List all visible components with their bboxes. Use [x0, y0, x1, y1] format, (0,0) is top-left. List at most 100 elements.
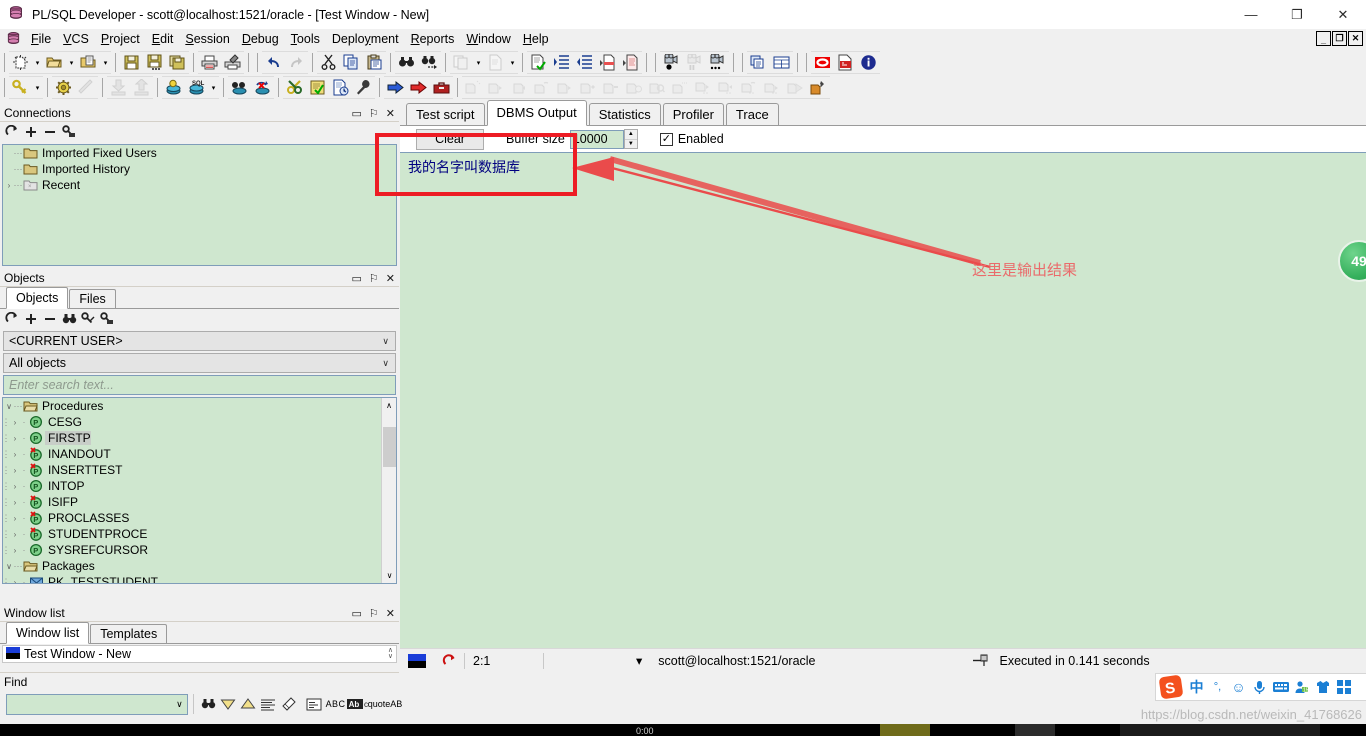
uncomment-icon[interactable]: [619, 52, 642, 74]
mdi-restore-button[interactable]: ❐: [1332, 31, 1347, 46]
find-icon[interactable]: [199, 693, 219, 715]
toolbox-grid-icon[interactable]: [1333, 673, 1354, 701]
tab-templates[interactable]: Templates: [90, 624, 167, 643]
scroll-down-arrow[interactable]: ∨: [382, 568, 397, 583]
tree-expander[interactable]: ›: [9, 450, 21, 459]
tree-row[interactable]: ⋯ Imported History: [3, 161, 396, 177]
voice-input-icon[interactable]: [1249, 673, 1270, 701]
user-center-icon[interactable]: 15: [1291, 673, 1312, 701]
match-case-icon[interactable]: ABC: [324, 693, 347, 715]
connections-pin-icon[interactable]: ⚐: [369, 107, 379, 120]
print-icon[interactable]: [198, 52, 221, 74]
menu-reports[interactable]: Reports: [405, 30, 461, 49]
tab-trace[interactable]: Trace: [726, 103, 779, 125]
buffer-size-stepper[interactable]: ▲ ▼: [624, 129, 638, 149]
play-macro-icon[interactable]: [706, 52, 729, 74]
find-object-icon[interactable]: [60, 310, 78, 328]
windowlist-pin-icon[interactable]: ⚐: [369, 607, 379, 620]
soft-keyboard-icon[interactable]: [1270, 673, 1291, 701]
chevron-down-icon[interactable]: ∨: [176, 699, 183, 710]
tree-row[interactable]: ⋮›·PCESG: [3, 414, 380, 430]
object-type-select[interactable]: All objects ∨: [3, 353, 396, 373]
copy-icon[interactable]: [340, 52, 363, 74]
tree-expander[interactable]: ›: [9, 498, 21, 507]
enabled-checkbox-wrapper[interactable]: ✓ Enabled: [660, 132, 724, 146]
debug-settings-icon[interactable]: [807, 77, 830, 99]
collapse-icon[interactable]: [41, 310, 59, 328]
reconnect-icon[interactable]: [434, 649, 464, 673]
save-all-icon[interactable]: [166, 52, 189, 74]
remove-connection-icon[interactable]: [41, 123, 59, 141]
tree-row[interactable]: ⋮›·PPROCLASSES: [3, 510, 380, 526]
buffer-size-input[interactable]: 10000: [570, 130, 624, 149]
tree-row[interactable]: ⋮›·PINTOP: [3, 478, 380, 494]
dbms-output-pane[interactable]: 我的名字叫数据库: [400, 152, 1366, 648]
save-icon[interactable]: [120, 52, 143, 74]
add-connection-icon[interactable]: [22, 123, 40, 141]
recall-icon[interactable]: [77, 52, 100, 74]
oracle-icon[interactable]: [811, 52, 834, 74]
about-info-icon[interactable]: [857, 52, 880, 74]
find-input[interactable]: ∨: [6, 694, 188, 715]
windowlist-close-icon[interactable]: ✕: [386, 607, 395, 620]
logon-dropdown-arrow[interactable]: ▾: [32, 77, 43, 99]
connections-tree[interactable]: ⋯ Imported Fixed Users ⋯ Imported Histor…: [2, 144, 397, 266]
connections-maximize-icon[interactable]: ▭: [352, 107, 362, 120]
save-as-icon[interactable]: [143, 52, 166, 74]
menu-deployment[interactable]: Deployment: [326, 30, 405, 49]
outdent-icon[interactable]: [573, 52, 596, 74]
tab-test-script[interactable]: Test script: [406, 103, 485, 125]
execute-icon[interactable]: [162, 77, 185, 99]
open-folder-icon[interactable]: [43, 52, 66, 74]
tab-files[interactable]: Files: [69, 289, 115, 308]
mdi-minimize-button[interactable]: _: [1316, 31, 1331, 46]
tree-row[interactable]: ⋮›·PFIRSTP: [3, 430, 380, 446]
cut-icon[interactable]: [317, 52, 340, 74]
session-indicator[interactable]: scott@localhost:1521/oracle: [650, 649, 823, 673]
find-prev-up-icon[interactable]: [238, 693, 258, 715]
tree-expander[interactable]: ›: [9, 578, 21, 585]
enabled-checkbox[interactable]: ✓: [660, 133, 673, 146]
compile-keys-icon[interactable]: [283, 77, 306, 99]
tree-expander[interactable]: ›: [9, 466, 21, 475]
verify-icon[interactable]: [527, 52, 550, 74]
comment-icon[interactable]: [596, 52, 619, 74]
scroll-up-arrow[interactable]: ∧: [382, 398, 396, 413]
tree-expander[interactable]: ›: [9, 546, 21, 555]
filter-icon[interactable]: [79, 310, 97, 328]
record-macro-icon[interactable]: [660, 52, 683, 74]
indent-icon[interactable]: [550, 52, 573, 74]
recall-dropdown-arrow[interactable]: ▾: [100, 52, 111, 74]
refresh-icon[interactable]: [3, 123, 21, 141]
window-list-spinner[interactable]: ∧∨: [388, 648, 393, 660]
stepper-up-arrow[interactable]: ▲: [625, 130, 637, 140]
tree-expander[interactable]: ›: [9, 482, 21, 491]
tree-expander[interactable]: ›: [9, 530, 21, 539]
whole-words-icon[interactable]: quoteAB: [371, 693, 399, 715]
tree-row[interactable]: › ⋯ × Recent: [3, 177, 396, 193]
menu-session[interactable]: Session: [179, 30, 235, 49]
tab-dbms-output[interactable]: DBMS Output: [487, 100, 587, 126]
rollback-icon[interactable]: [407, 77, 430, 99]
edit-connection-icon[interactable]: [60, 123, 78, 141]
toolbox-icon[interactable]: [430, 77, 453, 99]
menu-debug[interactable]: Debug: [236, 30, 285, 49]
tree-row[interactable]: ⋮›·PINSERTTEST: [3, 462, 380, 478]
new-dropdown-arrow[interactable]: ▾: [32, 52, 43, 74]
scroll-thumb[interactable]: [383, 427, 396, 467]
restore-button[interactable]: ❐: [1274, 0, 1320, 29]
break-session-icon[interactable]: [251, 77, 274, 99]
menu-tools[interactable]: Tools: [285, 30, 326, 49]
objects-pin-icon[interactable]: ⚐: [369, 272, 379, 285]
execute-sql-icon[interactable]: SQL: [185, 77, 208, 99]
tab-objects[interactable]: Objects: [6, 287, 68, 309]
objects-tree[interactable]: ∨ ⋯ Procedures ⋮›·PCESG ⋮›·PFIRSTP ⋮›·PI…: [2, 397, 397, 584]
expand-icon[interactable]: [22, 310, 40, 328]
connections-close-icon[interactable]: ✕: [386, 107, 395, 120]
menu-help[interactable]: Help: [517, 30, 555, 49]
tree-expander[interactable]: ›: [9, 434, 21, 443]
tree-row[interactable]: ⋮›·PINANDOUT: [3, 446, 380, 462]
menu-file[interactable]: File: [25, 30, 57, 49]
refresh-icon[interactable]: [3, 310, 21, 328]
print-setup-icon[interactable]: [221, 52, 244, 74]
